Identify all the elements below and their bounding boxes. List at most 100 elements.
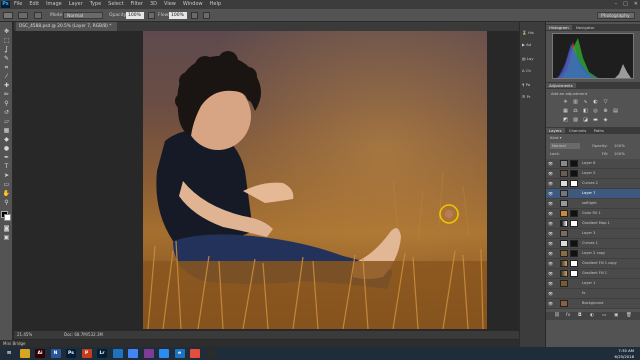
- tab-paths[interactable]: Paths: [591, 128, 607, 133]
- layer-style-icon[interactable]: fx: [566, 312, 570, 320]
- onenote-icon[interactable]: N: [50, 349, 61, 358]
- delete-layer-icon[interactable]: 🗑: [626, 312, 632, 320]
- minibridge-tab[interactable]: Mini Bridge: [0, 340, 520, 347]
- layer-row[interactable]: 👁 Color Fill 1: [546, 209, 640, 219]
- new-adjustment-icon[interactable]: ◐: [590, 312, 594, 320]
- vibrance-adjust-icon[interactable]: ▽: [602, 99, 609, 105]
- zoom-tool-icon[interactable]: ⚲: [2, 199, 11, 207]
- visibility-eye-icon[interactable]: 👁: [548, 279, 553, 288]
- flow-field[interactable]: 100%: [169, 12, 187, 19]
- visibility-eye-icon[interactable]: 👁: [548, 269, 553, 278]
- eraser-tool-icon[interactable]: ▱: [2, 118, 11, 126]
- layer-row[interactable]: 👁 Layer 6: [546, 159, 640, 169]
- posterize-adjust-icon[interactable]: ▨: [572, 117, 579, 123]
- screen-mode-icon[interactable]: ▣: [2, 234, 11, 242]
- tab-histogram[interactable]: Histogram: [546, 25, 572, 30]
- blend-mode-dropdown[interactable]: Normal: [550, 143, 580, 149]
- visibility-eye-icon[interactable]: 👁: [548, 229, 553, 238]
- zoom-level[interactable]: 21.45%: [17, 331, 32, 339]
- word-icon[interactable]: [112, 349, 123, 358]
- menu-filter[interactable]: Filter: [131, 0, 143, 9]
- media-player-icon[interactable]: [143, 349, 154, 358]
- visibility-eye-icon[interactable]: 👁: [548, 159, 553, 168]
- path-select-tool-icon[interactable]: ➤: [2, 172, 11, 180]
- browser-icon[interactable]: [159, 349, 169, 358]
- new-group-icon[interactable]: ▭: [602, 312, 606, 320]
- layer-row[interactable]: 👁 Curves 1: [546, 239, 640, 249]
- pressure-size-icon[interactable]: [203, 12, 210, 19]
- layer-opacity-field[interactable]: 100%: [614, 143, 630, 149]
- add-mask-icon[interactable]: ◘: [578, 312, 582, 320]
- mode-dropdown[interactable]: Normal: [63, 12, 103, 19]
- layer-row[interactable]: 👁 softlight: [546, 199, 640, 209]
- layer-row[interactable]: 👁 Layer 1: [546, 279, 640, 289]
- visibility-eye-icon[interactable]: 👁: [548, 199, 553, 208]
- fill-field[interactable]: 100%: [614, 151, 630, 157]
- airbrush-icon[interactable]: [191, 12, 198, 19]
- selective-color-adjust-icon[interactable]: ◈: [602, 117, 609, 123]
- quick-mask-icon[interactable]: ◙: [2, 225, 11, 233]
- illustrator-icon[interactable]: Ai: [35, 349, 45, 358]
- maximize-button[interactable]: □: [623, 0, 628, 9]
- hand-tool-icon[interactable]: ✋: [2, 190, 11, 198]
- brush-tool-icon[interactable]: ✏: [2, 91, 11, 99]
- dock-layer-comps-button[interactable]: ▤ Lay: [522, 54, 544, 64]
- file-explorer-icon[interactable]: [19, 349, 30, 358]
- gradient-tool-icon[interactable]: ▦: [2, 127, 11, 135]
- quick-select-tool-icon[interactable]: ✎: [2, 55, 11, 63]
- visibility-eye-icon[interactable]: 👁: [548, 209, 553, 218]
- close-button[interactable]: ✕: [634, 0, 638, 9]
- blur-tool-icon[interactable]: ◆: [2, 136, 11, 144]
- link-layers-icon[interactable]: ⛓: [554, 312, 560, 320]
- visibility-eye-icon[interactable]: 👁: [548, 179, 553, 188]
- visibility-eye-icon[interactable]: 👁: [548, 169, 553, 178]
- curves-adjust-icon[interactable]: ∿: [582, 99, 589, 105]
- new-layer-icon[interactable]: ▣: [614, 312, 618, 320]
- channel-mixer-adjust-icon[interactable]: ⊕: [602, 108, 609, 114]
- visibility-eye-icon[interactable]: 👁: [548, 259, 553, 268]
- shape-tool-icon[interactable]: ▭: [2, 181, 11, 189]
- visibility-eye-icon[interactable]: 👁: [548, 219, 553, 228]
- pressure-opacity-icon[interactable]: [148, 12, 155, 19]
- levels-adjust-icon[interactable]: ▥: [572, 99, 579, 105]
- layer-row[interactable]: 👁 Gradient Fill 1: [546, 269, 640, 279]
- start-button-icon[interactable]: ⊞: [4, 349, 14, 358]
- menu-edit[interactable]: Edit: [29, 0, 39, 9]
- layer-row[interactable]: 👁 Gradient Map 1: [546, 219, 640, 229]
- layer-row[interactable]: 👁 Layer 2 copy: [546, 249, 640, 259]
- menu-help[interactable]: Help: [210, 0, 221, 9]
- visibility-eye-icon[interactable]: 👁: [548, 239, 553, 248]
- layer-row-selected[interactable]: 👁 Layer 7: [546, 189, 640, 199]
- document-tab[interactable]: DSC_4588.psd @ 20.5% (Layer 7, RGB/8) *: [16, 22, 118, 31]
- system-clock[interactable]: 7:35 AM 6/25/2018: [615, 348, 634, 359]
- dock-paragraph-button[interactable]: ¶ Pa: [522, 80, 544, 90]
- dock-character-button[interactable]: A Ch: [522, 66, 544, 76]
- tab-navigator[interactable]: Navigator: [573, 25, 598, 30]
- chrome-icon[interactable]: [128, 349, 138, 358]
- tab-channels[interactable]: Channels: [566, 128, 590, 133]
- opera-icon[interactable]: [190, 349, 200, 358]
- color-balance-adjust-icon[interactable]: ⚖: [572, 108, 579, 114]
- menu-image[interactable]: Image: [46, 0, 62, 9]
- layer-row[interactable]: 👁 Layer 3: [546, 229, 640, 239]
- color-lookup-adjust-icon[interactable]: ▤: [612, 108, 619, 114]
- dock-properties-button[interactable]: ☰ Pr: [522, 92, 544, 102]
- layer-row[interactable]: 👁 Curves 2: [546, 179, 640, 189]
- lasso-tool-icon[interactable]: ʆ: [2, 46, 11, 54]
- workspace-switcher[interactable]: Photography: [597, 12, 635, 19]
- visibility-eye-icon[interactable]: 👁: [548, 189, 553, 198]
- clone-stamp-tool-icon[interactable]: ⚲: [2, 100, 11, 108]
- visibility-eye-icon[interactable]: 👁: [548, 299, 553, 308]
- menu-3d[interactable]: 3D: [150, 0, 157, 9]
- menu-window[interactable]: Window: [183, 0, 203, 9]
- menu-view[interactable]: View: [164, 0, 176, 9]
- brightness-adjust-icon[interactable]: ☀: [562, 99, 569, 105]
- marquee-tool-icon[interactable]: ⬚: [2, 37, 11, 45]
- brush-tool-icon[interactable]: [3, 12, 13, 19]
- crop-tool-icon[interactable]: ⌗: [2, 64, 11, 72]
- eyedropper-tool-icon[interactable]: ⁄: [2, 73, 11, 81]
- layer-row[interactable]: 👁 fx: [546, 289, 640, 299]
- dodge-tool-icon[interactable]: ●: [2, 145, 11, 153]
- powerpoint-icon[interactable]: P: [81, 349, 92, 358]
- menu-layer[interactable]: Layer: [69, 0, 83, 9]
